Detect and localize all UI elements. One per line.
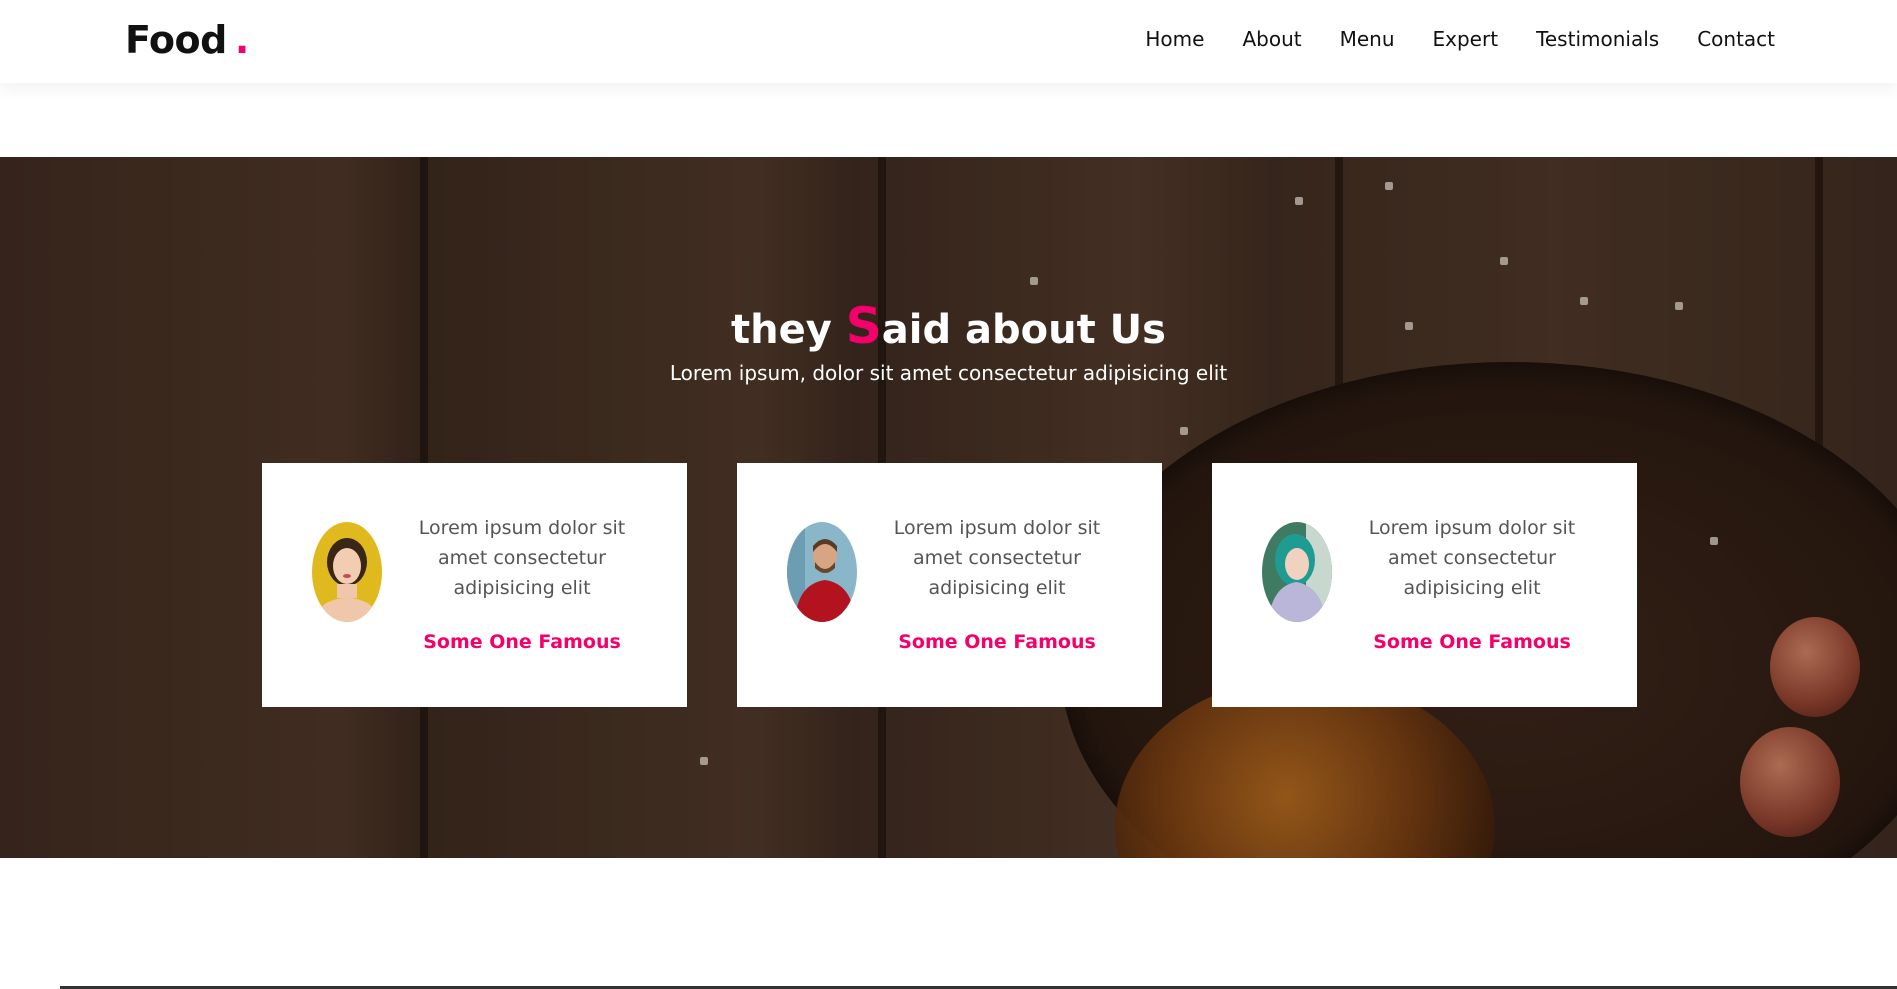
title-part: they — [731, 307, 846, 353]
testimonial-author[interactable]: Some One Famous — [1352, 631, 1592, 653]
nav-home[interactable]: Home — [1145, 27, 1204, 51]
section-title: they Said about Us — [0, 297, 1897, 355]
testimonial-text: Lorem ipsum dolor sit amet consectetur a… — [1368, 517, 1576, 599]
testimonial-card: Lorem ipsum dolor sit amet consectetur a… — [737, 463, 1162, 707]
testimonial-text: Lorem ipsum dolor sit amet consectetur a… — [893, 517, 1101, 599]
nav-about[interactable]: About — [1242, 27, 1301, 51]
main-nav: Home About Menu Expert Testimonials Cont… — [1145, 27, 1775, 51]
testimonial-card: Lorem ipsum dolor sit amet consectetur a… — [1212, 463, 1637, 707]
logo-text: Food — [125, 18, 227, 62]
woman-teal-avatar — [1262, 522, 1332, 622]
man-red-avatar — [787, 522, 857, 622]
avatar-image — [787, 522, 857, 622]
testimonials-section: they Said about Us Lorem ipsum, dolor si… — [0, 157, 1897, 858]
testimonial-author[interactable]: Some One Famous — [402, 631, 642, 653]
avatar-image — [312, 522, 382, 622]
nav-testimonials[interactable]: Testimonials — [1536, 27, 1659, 51]
nav-expert[interactable]: Expert — [1433, 27, 1499, 51]
site-header: Food. Home About Menu Expert Testimonial… — [0, 0, 1897, 83]
logo-dot: . — [234, 18, 249, 62]
testimonial-text: Lorem ipsum dolor sit amet consectetur a… — [418, 517, 626, 599]
title-part: aid about Us — [881, 307, 1166, 353]
testimonial-author[interactable]: Some One Famous — [877, 631, 1117, 653]
nav-menu[interactable]: Menu — [1340, 27, 1395, 51]
testimonial-card: Lorem ipsum dolor sit amet consectetur a… — [262, 463, 687, 707]
woman-yellow-avatar — [312, 522, 382, 622]
logo[interactable]: Food. — [125, 18, 249, 62]
title-accent-letter: S — [845, 297, 882, 355]
avatar-image — [1262, 522, 1332, 622]
section-subtitle: Lorem ipsum, dolor sit amet consectetur … — [669, 361, 1228, 385]
nav-contact[interactable]: Contact — [1697, 27, 1775, 51]
